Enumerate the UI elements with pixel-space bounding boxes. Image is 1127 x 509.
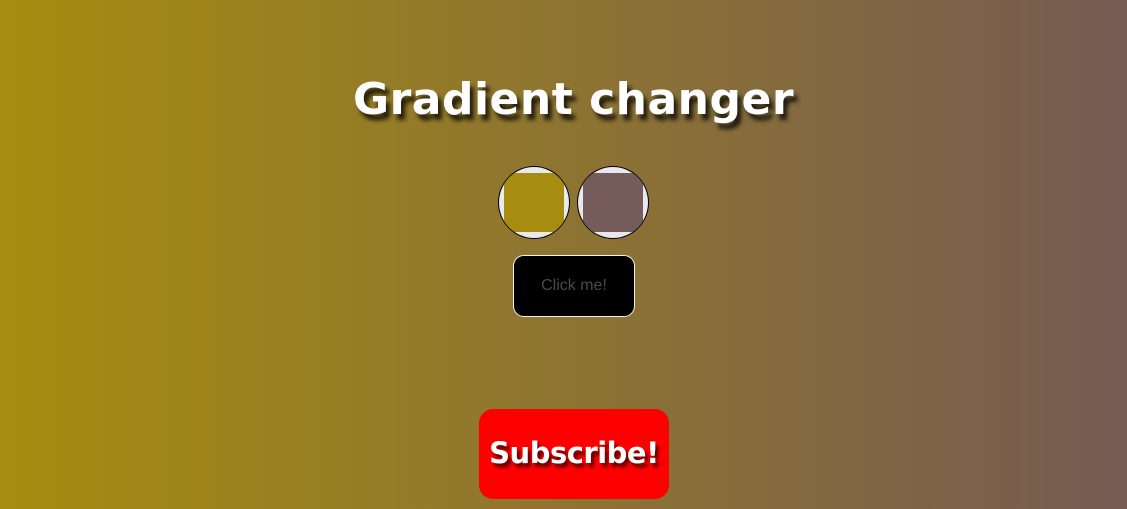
color-swatch-start [504, 173, 564, 232]
page-title: Gradient changer [352, 74, 795, 125]
color-picker-start[interactable] [498, 166, 570, 239]
color-picker-end[interactable] [577, 166, 649, 239]
subscribe-button[interactable]: Subscribe! [479, 409, 669, 499]
click-me-button[interactable]: Click me! [513, 255, 635, 317]
color-swatch-end [583, 173, 643, 232]
gradient-background: { "page": { "title": "Gradient changer",… [0, 0, 1127, 509]
